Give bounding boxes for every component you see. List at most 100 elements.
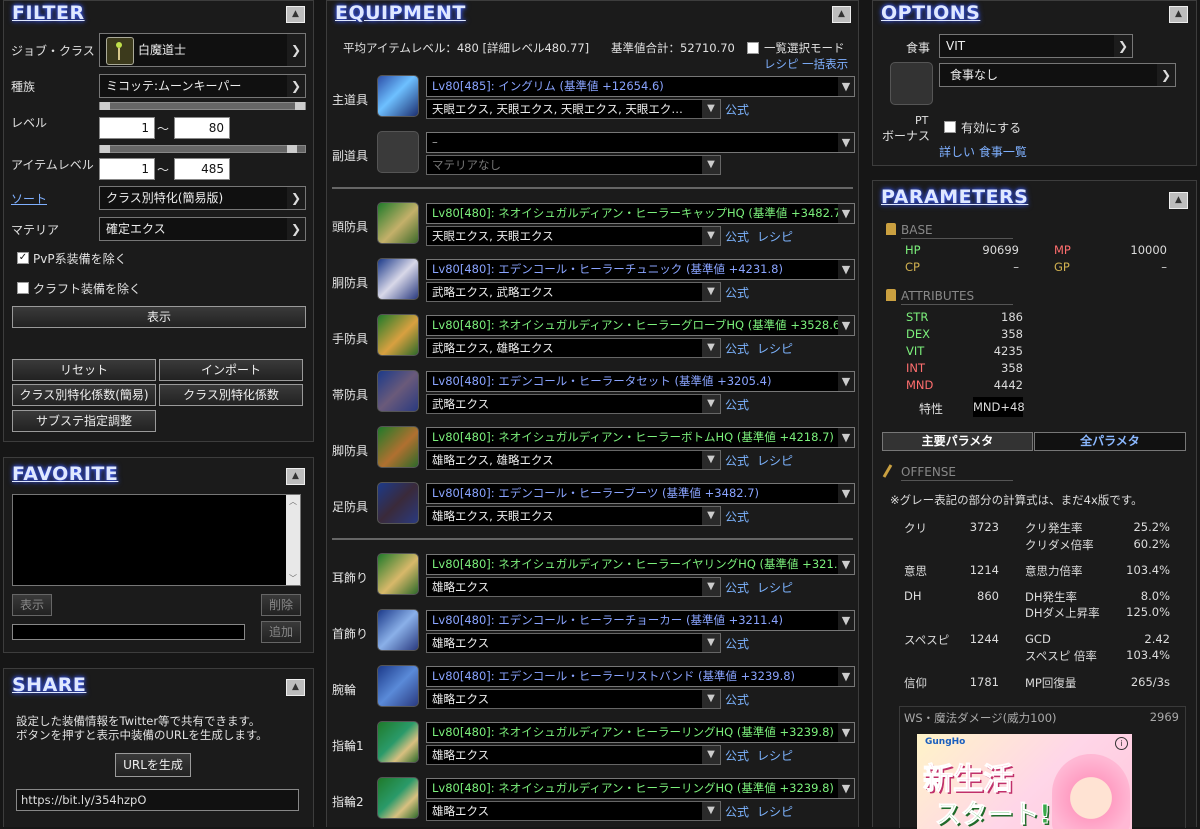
generate-url-button[interactable]: URLを生成: [115, 753, 191, 777]
gear-select[interactable]: Lv80[480]: エデンコール・ヒーラーチュニック (基準値 +4231.8…: [426, 259, 855, 280]
official-link[interactable]: 公式: [725, 579, 749, 596]
gear-select[interactable]: Lv80[480]: ネオイシュガルディアン・ヒーラーリングHQ (基準値 +3…: [426, 778, 855, 799]
attributes-icon: [886, 289, 896, 301]
materia-select[interactable]: 雄略エクス ▼: [426, 633, 721, 653]
parameters-collapse-button[interactable]: ▲: [1169, 192, 1188, 209]
official-link[interactable]: 公式: [725, 691, 749, 708]
options-collapse-button[interactable]: ▲: [1169, 6, 1188, 23]
materia-select[interactable]: マテリアなし ▼: [426, 155, 721, 175]
official-link[interactable]: 公式: [725, 101, 749, 118]
gear-select[interactable]: Lv80[480]: ネオイシュガルディアン・ヒーラーリングHQ (基準値 +3…: [426, 722, 855, 743]
substat-button[interactable]: サブステ指定調整: [12, 410, 156, 432]
show-button[interactable]: 表示: [12, 306, 306, 328]
craft-checkbox[interactable]: [17, 282, 29, 294]
materia-select[interactable]: 武略エクス, 雄略エクス ▼: [426, 338, 721, 358]
materia-select[interactable]: 雄略エクス, 天眼エクス ▼: [426, 506, 721, 526]
recipe-link[interactable]: レシピ: [757, 340, 793, 357]
gear-select[interactable]: Lv80[480]: ネオイシュガルディアン・ヒーラーキャップHQ (基準値 +…: [426, 203, 855, 224]
gear-select[interactable]: Lv80[480]: エデンコール・ヒーラータセット (基準値 +3205.4)…: [426, 371, 855, 392]
pvp-checkbox[interactable]: ✓: [17, 252, 29, 264]
share-url-field[interactable]: https://bit.ly/354hzpO: [16, 789, 299, 811]
tab-all-params[interactable]: 全パラメタ: [1034, 432, 1186, 451]
favorite-collapse-button[interactable]: ▲: [286, 468, 305, 485]
pt-bonus-checkbox[interactable]: [944, 121, 956, 133]
food-list-link[interactable]: 詳しい 食事一覧: [939, 143, 1027, 160]
recipe-link[interactable]: レシピ: [757, 803, 793, 820]
favorite-list[interactable]: ︿ ﹀: [12, 494, 301, 586]
materia-select[interactable]: 武略エクス, 武略エクス ▼: [426, 282, 721, 302]
coef-button[interactable]: クラス別特化係数: [159, 384, 303, 406]
materia-select[interactable]: 雄略エクス ▼: [426, 801, 721, 821]
recipe-link[interactable]: レシピ: [757, 579, 793, 596]
share-collapse-button[interactable]: ▲: [286, 679, 305, 696]
official-link[interactable]: 公式: [725, 747, 749, 764]
import-button[interactable]: インポート: [159, 359, 303, 381]
favorite-add-button[interactable]: 追加: [261, 621, 301, 643]
materia-select[interactable]: 武略エクス ▼: [426, 394, 721, 414]
recipe-link[interactable]: レシピ: [757, 747, 793, 764]
gear-icon: [377, 665, 419, 707]
ad-banner[interactable]: GungHo i 新生活 スタート!: [917, 734, 1132, 829]
official-link[interactable]: 公式: [725, 452, 749, 469]
gear-icon: [377, 258, 419, 300]
ilevel-min-input[interactable]: 1: [99, 158, 155, 180]
coef-simple-button[interactable]: クラス別特化係数(簡易): [12, 384, 156, 406]
gear-select[interactable]: Lv80[480]: ネオイシュガルディアン・ヒーラーボトムHQ (基準値 +4…: [426, 427, 855, 448]
divider: [901, 238, 1013, 239]
materia-value: 天眼エクス, 天眼エクス: [432, 229, 554, 243]
materia-select[interactable]: 雄略エクス ▼: [426, 577, 721, 597]
materia-select[interactable]: 天眼エクス, 天眼エクス ▼: [426, 226, 721, 246]
race-select[interactable]: ミコッテ:ムーンキーパー ❯: [99, 74, 306, 98]
favorite-delete-button[interactable]: 削除: [261, 594, 301, 616]
gear-name: Lv80[480]: ネオイシュガルディアン・ヒーラーキャップHQ (基準値 +…: [432, 206, 846, 220]
official-link[interactable]: 公式: [725, 228, 749, 245]
materia-select[interactable]: 天眼エクス, 天眼エクス, 天眼エクス, 天眼エク… ▼: [426, 99, 721, 119]
official-link[interactable]: 公式: [725, 340, 749, 357]
official-link[interactable]: 公式: [725, 396, 749, 413]
recipe-link[interactable]: レシピ: [757, 228, 793, 245]
gear-select[interactable]: Lv80[480]: エデンコール・ヒーラーブーツ (基準値 +3482.7) ▼: [426, 483, 855, 504]
favorite-scrollbar[interactable]: ︿ ﹀: [286, 495, 300, 585]
level-max-input[interactable]: 80: [174, 117, 230, 139]
official-link[interactable]: 公式: [725, 284, 749, 301]
recipe-bulk-link[interactable]: レシピ 一括表示: [764, 56, 848, 72]
tab-main-params[interactable]: 主要パラメタ: [882, 432, 1033, 451]
gear-select[interactable]: Lv80[480]: エデンコール・ヒーラーチョーカー (基準値 +3211.4…: [426, 610, 855, 631]
sort-select[interactable]: クラス別特化(簡易版) ❯: [99, 186, 306, 210]
equipment-collapse-button[interactable]: ▲: [832, 6, 851, 23]
materia-select[interactable]: 雄略エクス ▼: [426, 745, 721, 765]
filter-collapse-button[interactable]: ▲: [286, 6, 305, 23]
materia-select[interactable]: 確定エクス ❯: [99, 217, 306, 241]
chevron-down-icon: ▼: [838, 133, 854, 152]
ilevel-slider[interactable]: [99, 145, 306, 153]
det-mult-value: 103.4%: [1126, 563, 1170, 577]
materia-select[interactable]: 雄略エクス, 雄略エクス ▼: [426, 450, 721, 470]
reset-button[interactable]: リセット: [12, 359, 156, 381]
materia-select[interactable]: 雄略エクス ▼: [426, 689, 721, 709]
ad-info-icon[interactable]: i: [1115, 737, 1128, 750]
ilevel-max-input[interactable]: 485: [174, 158, 230, 180]
official-link[interactable]: 公式: [725, 508, 749, 525]
calc-note: ※グレー表記の部分の計算式は、まだ4x版です。: [890, 493, 1143, 507]
food-select[interactable]: 食事なし ❯: [939, 63, 1176, 87]
favorite-name-input[interactable]: [12, 624, 245, 640]
gear-select[interactable]: Lv80[480]: ネオイシュガルディアン・ヒーラーグローブHQ (基準値 +…: [426, 315, 855, 336]
food-stat-select[interactable]: VIT ❯: [939, 34, 1133, 58]
official-link[interactable]: 公式: [725, 803, 749, 820]
level-slider[interactable]: [99, 102, 306, 110]
chevron-down-icon: ▼: [702, 746, 720, 764]
chevron-down-icon: ▼: [702, 395, 720, 413]
level-min-input[interactable]: 1: [99, 117, 155, 139]
official-link[interactable]: 公式: [725, 635, 749, 652]
gear-select[interactable]: Lv80[485]: イングリム (基準値 +12654.6) ▼: [426, 76, 855, 97]
dh-rate-label: DH発生率: [1025, 590, 1078, 604]
sort-link[interactable]: ソート: [11, 190, 47, 207]
list-mode-checkbox[interactable]: [747, 42, 759, 54]
recipe-link[interactable]: レシピ: [757, 452, 793, 469]
gear-icon: [377, 553, 419, 595]
gear-select[interactable]: Lv80[480]: ネオイシュガルディアン・ヒーラーイヤリングHQ (基準値 …: [426, 554, 855, 575]
job-select[interactable]: 白魔道士 ❯: [99, 33, 306, 67]
gear-select[interactable]: Lv80[480]: エデンコール・ヒーラーリストバンド (基準値 +3239.…: [426, 666, 855, 687]
favorite-show-button[interactable]: 表示: [12, 594, 52, 616]
gear-select[interactable]: – ▼: [426, 132, 855, 153]
